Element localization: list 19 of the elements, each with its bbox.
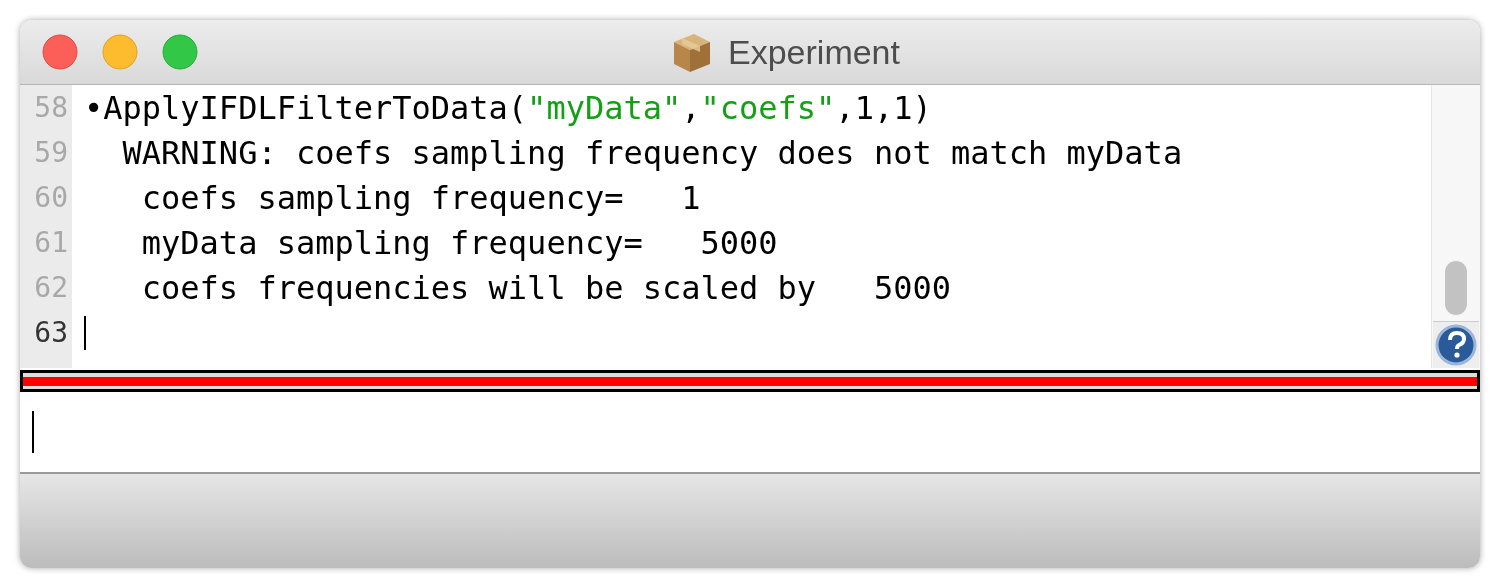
line-number: 60 bbox=[33, 180, 69, 216]
history-line: •ApplyIFDLFilterToData("myData","coefs",1,1) bbox=[83, 87, 932, 129]
window-title: Experiment bbox=[728, 32, 900, 72]
line-number: 62 bbox=[33, 270, 69, 306]
help-icon[interactable] bbox=[1433, 321, 1479, 368]
text-cursor bbox=[84, 315, 86, 350]
close-button[interactable] bbox=[42, 34, 78, 70]
history-line: WARNING: coefs sampling frequency does not match myData bbox=[121, 132, 1183, 174]
line-number: 58 bbox=[33, 90, 69, 126]
zoom-button[interactable] bbox=[162, 34, 198, 70]
line-number: 59 bbox=[33, 135, 69, 171]
line-number: 61 bbox=[33, 225, 69, 261]
history-line: coefs sampling frequency= 1 bbox=[140, 177, 701, 219]
scrollbar-thumb[interactable] bbox=[1445, 261, 1467, 315]
history-line: coefs frequencies will be scaled by 5000 bbox=[140, 267, 951, 309]
line-number: 63 bbox=[33, 315, 69, 351]
minimize-button[interactable] bbox=[102, 34, 138, 70]
splitter-bar[interactable] bbox=[20, 370, 1480, 392]
history-line: myData sampling frequency= 5000 bbox=[140, 222, 778, 264]
